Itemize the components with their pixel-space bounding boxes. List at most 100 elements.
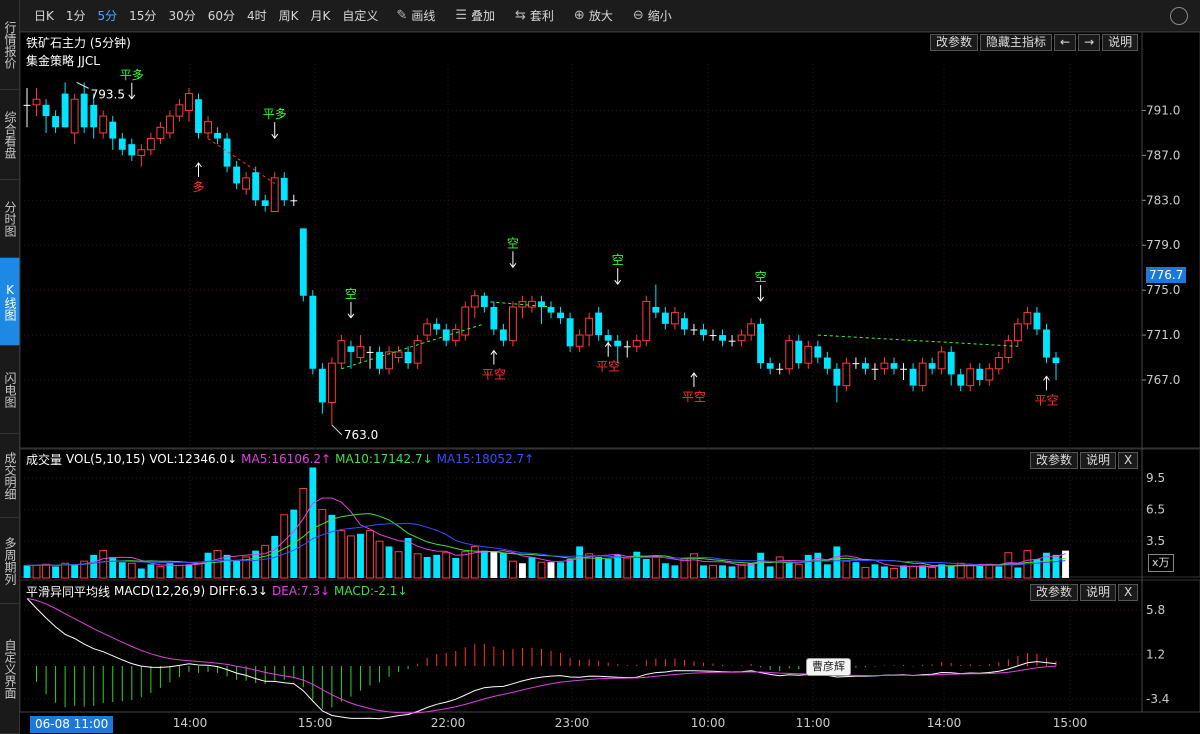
vol-buttons-1[interactable]: 说明 [1080, 452, 1117, 469]
period-button-1[interactable]: 1分 [66, 7, 86, 24]
signal-close-short: 平空 [1034, 375, 1058, 407]
candle [70, 93, 79, 145]
price-axis-label: 791.0 [1146, 103, 1180, 117]
candle [461, 301, 470, 341]
period-button-0[interactable]: 日K [34, 7, 54, 24]
time-axis-label: 11:00 [796, 716, 831, 730]
vol-buttons-2[interactable]: X [1118, 452, 1139, 469]
time-axis-label: 10:00 [691, 716, 726, 730]
volume-ma-line [27, 513, 1066, 567]
volume-bar [442, 552, 451, 579]
tool-button-2[interactable]: ⇆ 套利 [515, 7, 554, 24]
tool-button-4[interactable]: ⊖ 缩小 [633, 7, 672, 24]
sidebar-tab-label: 行情报价 [3, 20, 17, 69]
signal-label: 平空 [682, 390, 706, 404]
candle [937, 346, 946, 375]
volume-bar [1043, 552, 1050, 578]
macd-axis-label: 5.8 [1146, 603, 1165, 617]
low-price-label: 763.0 [344, 428, 378, 442]
volume-bar [651, 556, 660, 579]
candle [470, 290, 479, 319]
sidebar-tab-7[interactable]: 自定义界面 [0, 604, 20, 734]
volume-bar [404, 538, 412, 578]
volume-ma10: MA10:17142.7↓ [335, 452, 433, 466]
candle [23, 88, 31, 128]
candle [595, 307, 603, 341]
sidebar-tab-4[interactable]: 闪电图 [0, 346, 20, 434]
candle [737, 329, 746, 347]
price-axis-label: 767.0 [1146, 373, 1180, 387]
volume-bar [480, 550, 488, 578]
tool-label: 画线 [411, 9, 436, 23]
arbitrage-icon: ⇆ [515, 8, 526, 23]
sidebar-tab-label: 自定义界面 [3, 638, 17, 699]
sidebar-tab-0[interactable]: 行情报价 [0, 0, 20, 90]
volume-unit-button[interactable]: x万 [1148, 554, 1174, 572]
main-buttons-2[interactable]: ← [1054, 34, 1077, 51]
macd-buttons-1[interactable]: 说明 [1080, 584, 1117, 601]
volume-bar [881, 566, 888, 578]
candle [394, 346, 403, 364]
sidebar-tab-1[interactable]: 综合看盘 [0, 90, 20, 180]
hover-tooltip: 曹彦辉 [806, 658, 851, 676]
volume-bar [252, 550, 260, 578]
period-button-5[interactable]: 60分 [208, 7, 235, 24]
period-button-3[interactable]: 15分 [129, 7, 156, 24]
period-button-2[interactable]: 5分 [98, 7, 118, 24]
price-axis-label: 775.0 [1146, 283, 1180, 297]
sidebar-tab-3[interactable]: K线图 [0, 258, 20, 346]
candle [99, 110, 108, 139]
period-button-7[interactable]: 周K [279, 7, 299, 24]
candle [728, 335, 736, 347]
main-buttons-3[interactable]: → [1078, 34, 1101, 51]
main-buttons-1[interactable]: 隐藏主指标 [980, 34, 1053, 51]
candle [261, 194, 269, 212]
volume-bar [337, 530, 346, 579]
candle [976, 363, 984, 386]
volume-bar [890, 568, 898, 579]
period-button-8[interactable]: 月K [311, 7, 331, 24]
period-button-6[interactable]: 4时 [247, 7, 267, 24]
volume-bar [966, 564, 975, 579]
settings-circle-icon[interactable] [1170, 7, 1188, 25]
macd-buttons-0[interactable]: 改参数 [1030, 584, 1079, 601]
candle [719, 329, 726, 347]
tool-button-0[interactable]: ✎ 画线 [396, 7, 435, 24]
candle [356, 335, 365, 364]
volume-bar [233, 560, 241, 578]
volume-bar [166, 563, 174, 578]
signal-long: 多 [192, 162, 205, 194]
vol-buttons-0[interactable]: 改参数 [1030, 452, 1079, 469]
main-buttons-4[interactable]: 说明 [1102, 34, 1139, 51]
stack-icon: ☰ [455, 8, 467, 23]
candle [413, 335, 422, 369]
macd-dea-line [26, 597, 1057, 714]
tool-button-3[interactable]: ⊕ 放大 [574, 7, 613, 24]
volume-bar [766, 566, 774, 578]
candle [852, 357, 860, 369]
volume-bar [757, 552, 765, 578]
volume-bar [604, 559, 612, 578]
sidebar-tab-6[interactable]: 多周期列 [0, 518, 20, 604]
macd-buttons-2[interactable]: X [1118, 584, 1139, 601]
candle [185, 88, 193, 122]
candle [327, 357, 336, 425]
volume-bar [461, 551, 470, 579]
sidebar-tab-5[interactable]: 成交明细 [0, 434, 20, 518]
candle [90, 93, 98, 139]
period-button-9[interactable]: 自定义 [342, 7, 378, 24]
candle [128, 138, 136, 161]
candle [880, 357, 889, 375]
main-buttons-0[interactable]: 改参数 [930, 34, 979, 51]
volume-bar [557, 562, 564, 578]
volume-bar [42, 563, 50, 579]
sidebar-tab-label: 综合看盘 [3, 110, 17, 159]
period-button-4[interactable]: 30分 [168, 7, 195, 24]
candle [947, 346, 955, 386]
tool-button-1[interactable]: ☰ 叠加 [455, 7, 495, 24]
candle [700, 323, 707, 341]
candle [280, 172, 288, 206]
candle [842, 357, 851, 392]
kline-chart[interactable]: 791.0 787.0 783.0 779.0 775.0 771.0 767.0 14:00… [0, 0, 1200, 734]
sidebar-tab-2[interactable]: 分时图 [0, 180, 20, 258]
